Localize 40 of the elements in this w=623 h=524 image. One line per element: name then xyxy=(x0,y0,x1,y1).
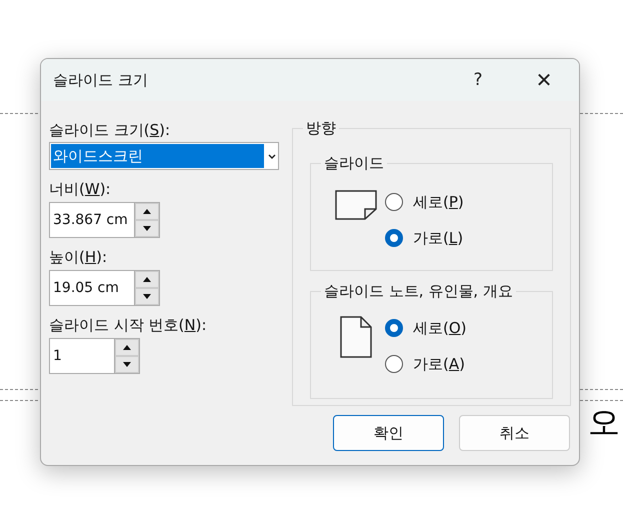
landscape-page-icon xyxy=(335,190,377,220)
radio-button[interactable] xyxy=(385,355,403,373)
group-title: 방향 xyxy=(303,119,339,137)
ok-button[interactable]: 확인 xyxy=(333,415,444,451)
close-button[interactable]: ✕ xyxy=(521,62,567,98)
field-label: 슬라이드 크기(S): xyxy=(49,120,172,141)
radio-option[interactable]: 세로(O) xyxy=(385,316,467,340)
cancel-button[interactable]: 취소 xyxy=(459,415,570,451)
spin-field[interactable]: 1 xyxy=(49,338,140,374)
caret-icon xyxy=(268,154,276,158)
spin-down-button[interactable] xyxy=(115,356,139,373)
slide-text: 오 xyxy=(588,402,620,442)
down-triangle-icon xyxy=(123,362,131,367)
spin-up-button[interactable] xyxy=(135,271,159,288)
radio-option[interactable]: 가로(A) xyxy=(385,352,467,376)
field-label: 너비(W): xyxy=(49,179,112,200)
spin-field[interactable]: 33.867 cm xyxy=(49,202,160,238)
radio-option[interactable]: 가로(L) xyxy=(385,226,464,250)
radio-option[interactable]: 세로(P) xyxy=(385,190,464,214)
field-label: 슬라이드 시작 번호(N): xyxy=(49,315,208,336)
up-triangle-icon xyxy=(143,277,151,282)
up-triangle-icon xyxy=(143,209,151,214)
spin-down-button[interactable] xyxy=(135,288,159,305)
spin-field[interactable]: 19.05 cm xyxy=(49,270,160,306)
group-title: 슬라이드 노트, 유인물, 개요 xyxy=(321,282,516,300)
spin-up-button[interactable] xyxy=(135,203,159,220)
spin-down-button[interactable] xyxy=(135,220,159,237)
window-title: 슬라이드 크기 xyxy=(53,70,149,90)
help-button[interactable]: ? xyxy=(455,62,501,98)
spin-up-button[interactable] xyxy=(115,339,139,356)
down-triangle-icon xyxy=(143,294,151,299)
portrait-page-icon xyxy=(340,316,372,358)
radio-button[interactable] xyxy=(385,229,403,247)
size-dropdown[interactable]: 와이드스크린 xyxy=(49,142,279,170)
radio-button[interactable] xyxy=(385,319,403,337)
field-label: 높이(H): xyxy=(49,247,108,268)
group-title: 슬라이드 xyxy=(321,154,387,172)
radio-button[interactable] xyxy=(385,193,403,211)
down-triangle-icon xyxy=(143,226,151,231)
up-triangle-icon xyxy=(123,345,131,350)
